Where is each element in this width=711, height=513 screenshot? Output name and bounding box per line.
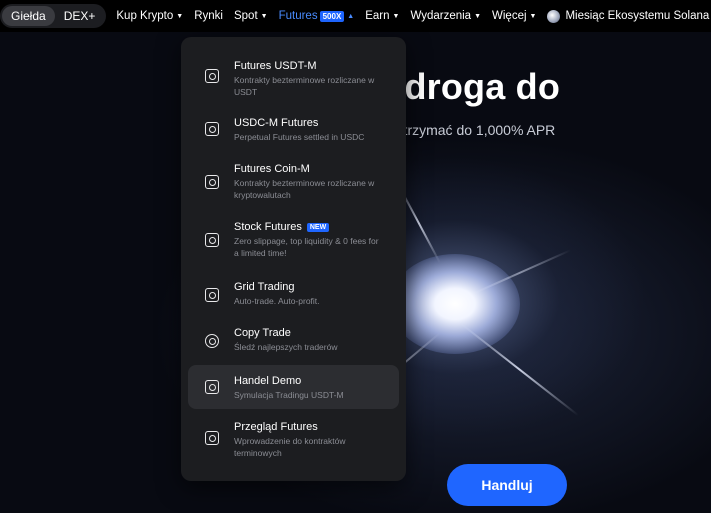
menu-item-description: Perpetual Futures settled in USDC — [234, 132, 365, 142]
menu-item-description: Kontrakty bezterminowe rozliczane w USDT — [234, 75, 375, 97]
toggle-exchange[interactable]: Giełda — [2, 6, 55, 26]
nav-item-events[interactable]: Wydarzenia ▼ — [410, 10, 481, 22]
nav-label: Rynki — [194, 10, 223, 22]
nav-links: Kup Krypto ▼ Rynki Spot ▼ Futures 500X ▲ Ear… — [116, 9, 710, 23]
menu-item-title: Futures Coin-M — [234, 163, 310, 175]
menu-item-title: Copy Trade — [234, 327, 291, 339]
chevron-down-icon: ▼ — [474, 12, 482, 20]
coin-contract-icon — [205, 175, 219, 189]
menu-item-title: Handel Demo — [234, 375, 302, 387]
futures-dropdown-menu: Futures USDT-M Kontrakty bezterminowe ro… — [181, 37, 406, 481]
menu-item-description: Symulacja Tradingu USDT-M — [234, 390, 344, 400]
nav-label: Futures — [278, 10, 318, 22]
nav-label: Earn — [365, 10, 390, 22]
nav-item-buy-crypto[interactable]: Kup Krypto ▼ — [116, 10, 183, 22]
menu-item-description: Auto-trade. Auto-profit. — [234, 296, 320, 306]
nav-item-earn[interactable]: Earn ▼ — [365, 10, 399, 22]
overview-monitor-icon — [205, 431, 219, 445]
nav-item-solana-month[interactable]: Miesiąc Ekosystemu Solana — [547, 9, 710, 23]
chevron-down-icon: ▼ — [176, 12, 184, 20]
stock-chart-icon — [205, 233, 219, 247]
chevron-down-icon: ▼ — [392, 12, 400, 20]
nav-label: Kup Krypto — [116, 10, 174, 22]
menu-item-usdc-m-futures[interactable]: USDC-M Futures Perpetual Futures settled… — [188, 109, 399, 149]
chevron-up-icon: ▲ — [347, 12, 355, 20]
light-ray — [459, 322, 579, 417]
grid-trading-icon — [205, 288, 219, 302]
nav-label: Wydarzenia — [410, 10, 472, 22]
nav-label: Więcej — [492, 10, 527, 22]
toggle-dex[interactable]: DEX+ — [55, 6, 105, 26]
menu-item-title: Przegląd Futures — [234, 421, 318, 433]
nav-label: Spot — [233, 10, 258, 22]
menu-item-handel-demo[interactable]: Handel Demo Symulacja Tradingu USDT-M — [188, 365, 399, 409]
nav-item-markets[interactable]: Rynki — [194, 10, 223, 22]
solana-globe-icon — [547, 9, 561, 23]
usdc-contract-icon — [205, 122, 219, 136]
menu-item-przeglad-futures[interactable]: Przegląd Futures Wprowadzenie do kontrak… — [188, 413, 399, 465]
menu-item-description: Wprowadzenie do kontraktów terminowych — [234, 436, 346, 458]
promo-label: Miesiąc Ekosystemu Solana — [565, 10, 710, 22]
copy-trade-icon — [205, 334, 219, 348]
demo-monitor-icon — [205, 380, 219, 394]
nav-item-spot[interactable]: Spot ▼ — [234, 10, 268, 22]
menu-item-futures-coin-m[interactable]: Futures Coin-M Kontrakty bezterminowe ro… — [188, 155, 399, 207]
nav-item-more[interactable]: Więcej ▼ — [492, 10, 536, 22]
exchange-dex-toggle: Giełda DEX+ — [0, 4, 107, 28]
chevron-down-icon: ▼ — [260, 12, 268, 20]
menu-item-title-text: Stock Futures — [234, 221, 302, 233]
menu-item-description: Śledź najlepszych traderów — [234, 342, 338, 352]
menu-item-title: Grid Trading — [234, 281, 295, 293]
menu-item-copy-trade[interactable]: Copy Trade Śledź najlepszych traderów — [188, 319, 399, 359]
top-navigation: Giełda DEX+ Kup Krypto ▼ Rynki Spot ▼ Futu… — [0, 0, 711, 32]
nav-item-futures[interactable]: Futures 500X ▲ — [279, 10, 355, 22]
menu-item-title: USDC-M Futures — [234, 117, 319, 129]
menu-item-grid-trading[interactable]: Grid Trading Auto-trade. Auto-profit. — [188, 273, 399, 313]
menu-item-description: Zero slippage, top liquidity & 0 fees fo… — [234, 236, 379, 258]
light-flare — [390, 254, 520, 354]
menu-item-description: Kontrakty bezterminowe rozliczane w kryp… — [234, 178, 375, 200]
menu-item-title: Futures USDT-M — [234, 60, 317, 72]
new-badge: NEW — [306, 222, 330, 232]
menu-item-stock-futures[interactable]: Stock Futures NEW Zero slippage, top liqu… — [188, 213, 399, 265]
menu-item-futures-usdt-m[interactable]: Futures USDT-M Kontrakty bezterminowe ro… — [188, 51, 399, 101]
leverage-badge: 500X — [319, 10, 345, 22]
trade-button[interactable]: Handluj — [447, 464, 567, 506]
usdt-contract-icon — [205, 69, 219, 83]
menu-item-title: Stock Futures NEW — [234, 221, 330, 233]
chevron-down-icon: ▼ — [529, 12, 537, 20]
